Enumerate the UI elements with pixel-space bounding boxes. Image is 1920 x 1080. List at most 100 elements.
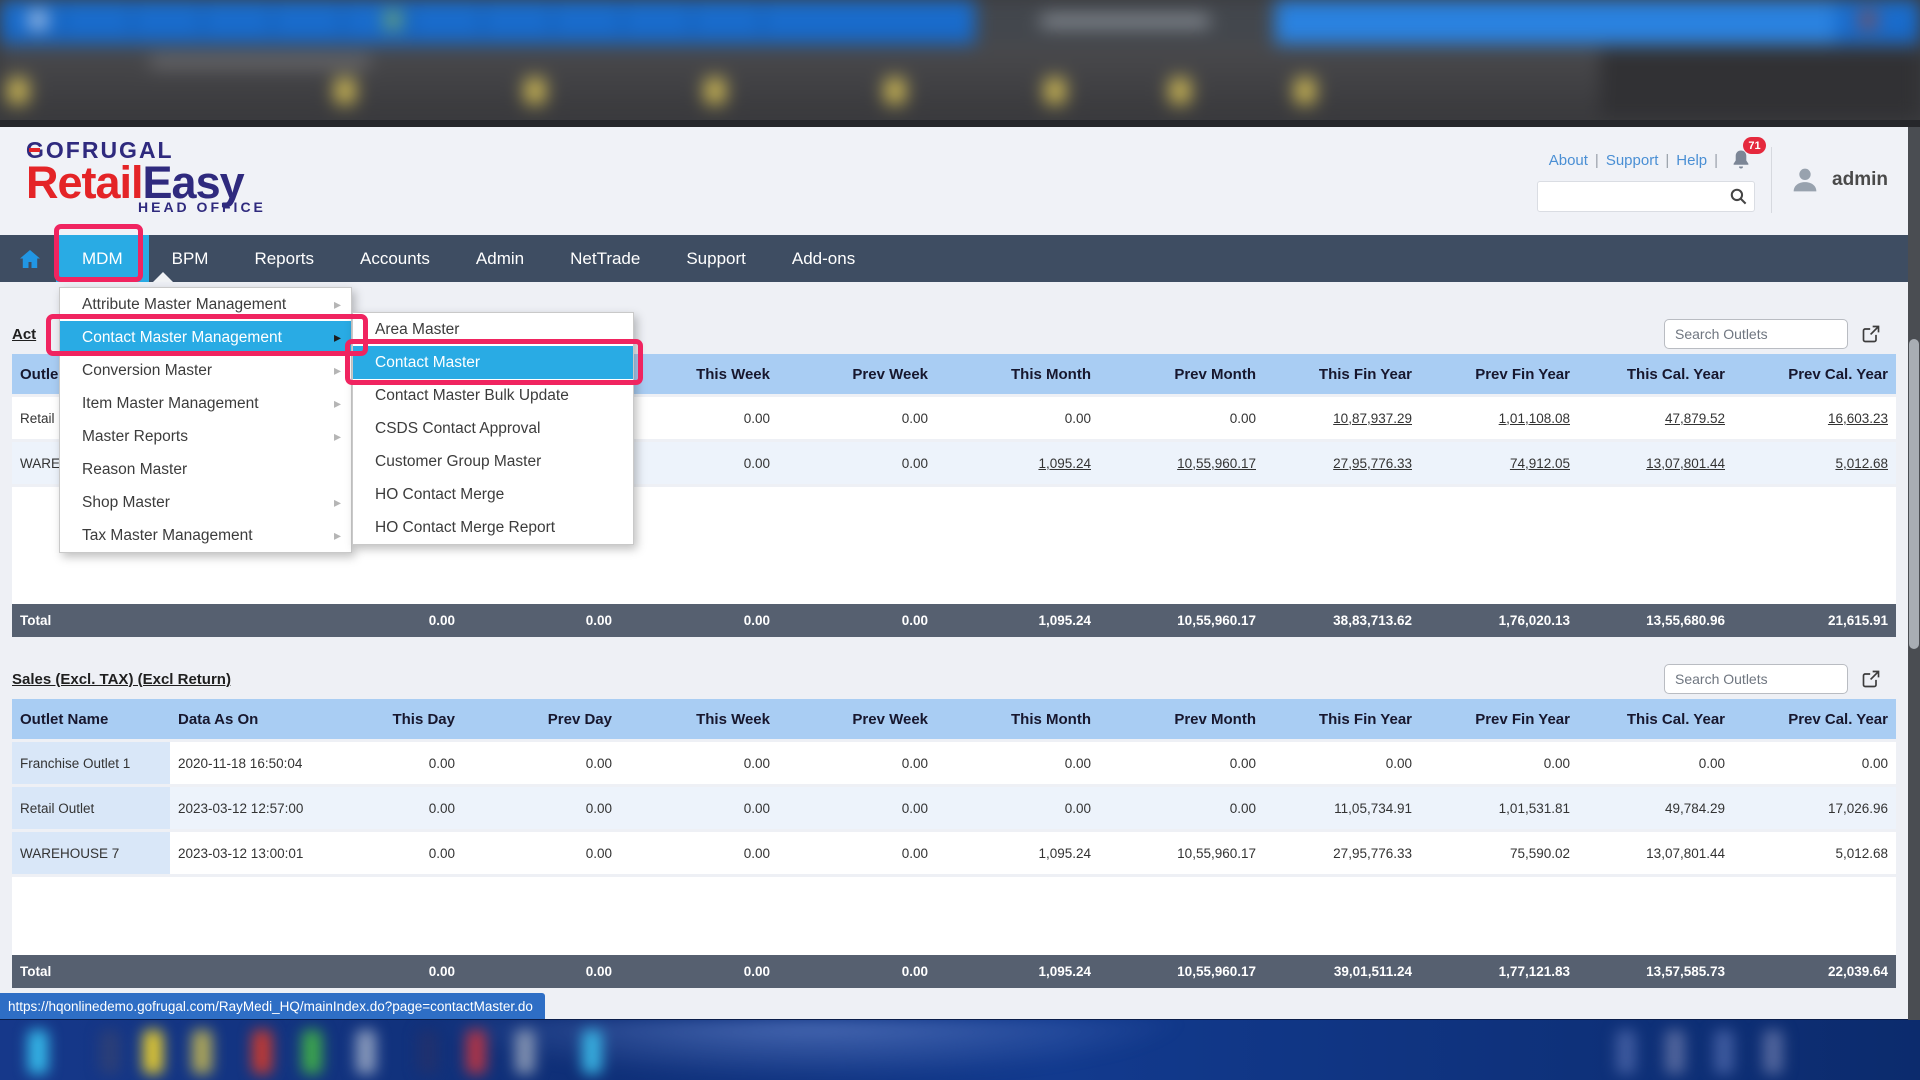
- table-total-row: Total0.000.000.000.001,095.2410,55,960.1…: [12, 955, 1896, 988]
- table-cell: 0.00: [1420, 756, 1578, 771]
- table-cell: 75,590.02: [1420, 846, 1578, 861]
- menu-item-ho-contact-merge[interactable]: HO Contact Merge: [353, 478, 633, 511]
- menu-item-label: Customer Group Master: [375, 453, 541, 471]
- menu-item-conversion-master[interactable]: Conversion Master▸: [60, 354, 351, 387]
- table-cell: 0.00: [778, 756, 936, 771]
- nav-item-add-ons[interactable]: Add-ons: [769, 235, 878, 282]
- notifications-button[interactable]: 71: [1729, 148, 1755, 172]
- table-cell: 10,55,960.17: [1099, 846, 1264, 861]
- table-cell: 22,039.64: [1733, 964, 1896, 979]
- link-url-statusbar: https://hqonlinedemo.gofrugal.com/RayMed…: [0, 993, 545, 1019]
- table-cell: 0.00: [778, 411, 936, 426]
- submenu-arrow-icon: ▸: [334, 428, 341, 445]
- menu-item-label: CSDS Contact Approval: [375, 420, 540, 438]
- table-cell: 0.00: [936, 411, 1099, 426]
- help-link[interactable]: Help: [1676, 152, 1707, 169]
- menu-item-reason-master[interactable]: Reason Master: [60, 453, 351, 486]
- nav-item-reports[interactable]: Reports: [231, 235, 337, 282]
- amount-link[interactable]: 74,912.05: [1420, 456, 1578, 471]
- outlet-search-input[interactable]: [1664, 319, 1848, 349]
- browser-chrome: [0, 0, 1920, 127]
- menu-item-contact-master-management[interactable]: Contact Master Management▸: [60, 321, 351, 354]
- amount-link[interactable]: 13,07,801.44: [1578, 456, 1733, 471]
- amount-link[interactable]: 27,95,776.33: [1264, 456, 1420, 471]
- table-cell: 1,01,531.81: [1420, 801, 1578, 816]
- table-cell: Franchise Outlet 1: [12, 742, 170, 784]
- table-cell: WAREHOUSE 7: [12, 832, 170, 874]
- nav-item-nettrade[interactable]: NetTrade: [547, 235, 663, 282]
- table-cell: 0.00: [463, 964, 620, 979]
- table-cell: Retail Outlet: [12, 787, 170, 829]
- column-header: This Cal. Year: [1578, 711, 1733, 728]
- amount-link[interactable]: 1,01,108.08: [1420, 411, 1578, 426]
- amount-link[interactable]: 10,55,960.17: [1099, 456, 1264, 471]
- blurred-taskbar-icons: [0, 1020, 1920, 1080]
- table-cell: 0.00: [1578, 756, 1733, 771]
- outlet-search-input[interactable]: [1664, 664, 1848, 694]
- brand-name: GOFRUGAL: [26, 137, 266, 164]
- column-header: Prev Fin Year: [1420, 711, 1578, 728]
- nav-item-support[interactable]: Support: [663, 235, 769, 282]
- menu-item-ho-contact-merge-report[interactable]: HO Contact Merge Report: [353, 511, 633, 544]
- menu-item-area-master[interactable]: Area Master: [353, 313, 633, 346]
- notification-badge: 71: [1743, 137, 1766, 154]
- column-header: Prev Day: [463, 711, 620, 728]
- menu-item-contact-master[interactable]: Contact Master: [353, 346, 633, 379]
- table-cell: 0.00: [330, 613, 463, 628]
- expand-button[interactable]: [1860, 323, 1882, 345]
- menu-item-shop-master[interactable]: Shop Master▸: [60, 486, 351, 519]
- global-search-input[interactable]: [1537, 181, 1755, 212]
- table-cell: 13,57,585.73: [1578, 964, 1733, 979]
- table-cell: 0.00: [778, 964, 936, 979]
- table-cell: 1,76,020.13: [1420, 613, 1578, 628]
- table-header-row: Outlet NameData As OnThis DayPrev DayThi…: [12, 699, 1896, 739]
- amount-link[interactable]: 1,095.24: [936, 456, 1099, 471]
- submenu-arrow-icon: ▸: [334, 527, 341, 544]
- table-cell: 21,615.91: [1733, 613, 1896, 628]
- table-cell: 2023-03-12 12:57:00: [170, 801, 330, 816]
- scrollbar-thumb[interactable]: [1909, 339, 1919, 649]
- table-cell: 5,012.68: [1733, 846, 1896, 861]
- mdm-dropdown-menu: Attribute Master Management▸Contact Mast…: [59, 287, 352, 553]
- menu-item-customer-group-master[interactable]: Customer Group Master: [353, 445, 633, 478]
- table-cell: Total: [12, 964, 170, 979]
- table-cell: Total: [12, 613, 170, 628]
- nav-item-mdm[interactable]: MDM: [56, 235, 149, 282]
- amount-link[interactable]: 10,87,937.29: [1264, 411, 1420, 426]
- amount-link[interactable]: 5,012.68: [1733, 456, 1896, 471]
- table-cell: 0.00: [1099, 801, 1264, 816]
- menu-item-master-reports[interactable]: Master Reports▸: [60, 420, 351, 453]
- table-cell: 2023-03-12 13:00:01: [170, 846, 330, 861]
- table-cell: 0.00: [463, 846, 620, 861]
- table-cell: 0.00: [778, 456, 936, 471]
- menu-item-tax-master-management[interactable]: Tax Master Management▸: [60, 519, 351, 552]
- menu-item-item-master-management[interactable]: Item Master Management▸: [60, 387, 351, 420]
- column-header: This Week: [620, 366, 778, 383]
- table-cell: 0.00: [778, 801, 936, 816]
- amount-link[interactable]: 47,879.52: [1578, 411, 1733, 426]
- search-icon[interactable]: [1729, 187, 1748, 211]
- column-header: Prev Cal. Year: [1733, 711, 1896, 728]
- table-cell: 0.00: [1733, 756, 1896, 771]
- logo-g-dash: [29, 148, 40, 152]
- user-menu[interactable]: admin: [1788, 163, 1906, 197]
- page-scrollbar[interactable]: [1908, 127, 1920, 1020]
- app-header: GOFRUGAL RetailEasy HEAD OFFICE About | …: [0, 127, 1920, 235]
- support-link[interactable]: Support: [1606, 152, 1659, 169]
- home-button[interactable]: [18, 247, 42, 271]
- table-cell: 0.00: [620, 456, 778, 471]
- submenu-arrow-icon: ▸: [334, 296, 341, 313]
- menu-item-csds-contact-approval[interactable]: CSDS Contact Approval: [353, 412, 633, 445]
- nav-item-accounts[interactable]: Accounts: [337, 235, 453, 282]
- menu-item-attribute-master-management[interactable]: Attribute Master Management▸: [60, 288, 351, 321]
- amount-link[interactable]: 16,603.23: [1733, 411, 1896, 426]
- menu-item-contact-master-bulk-update[interactable]: Contact Master Bulk Update: [353, 379, 633, 412]
- table-cell: 1,095.24: [936, 846, 1099, 861]
- expand-button[interactable]: [1860, 668, 1882, 690]
- table-cell: 0.00: [1099, 756, 1264, 771]
- nav-item-admin[interactable]: Admin: [453, 235, 547, 282]
- menu-item-label: Contact Master Management: [82, 329, 282, 347]
- about-link[interactable]: About: [1549, 152, 1588, 169]
- section-title: Sales (Excl. TAX) (Excl Return): [12, 671, 231, 688]
- column-header: This Fin Year: [1264, 711, 1420, 728]
